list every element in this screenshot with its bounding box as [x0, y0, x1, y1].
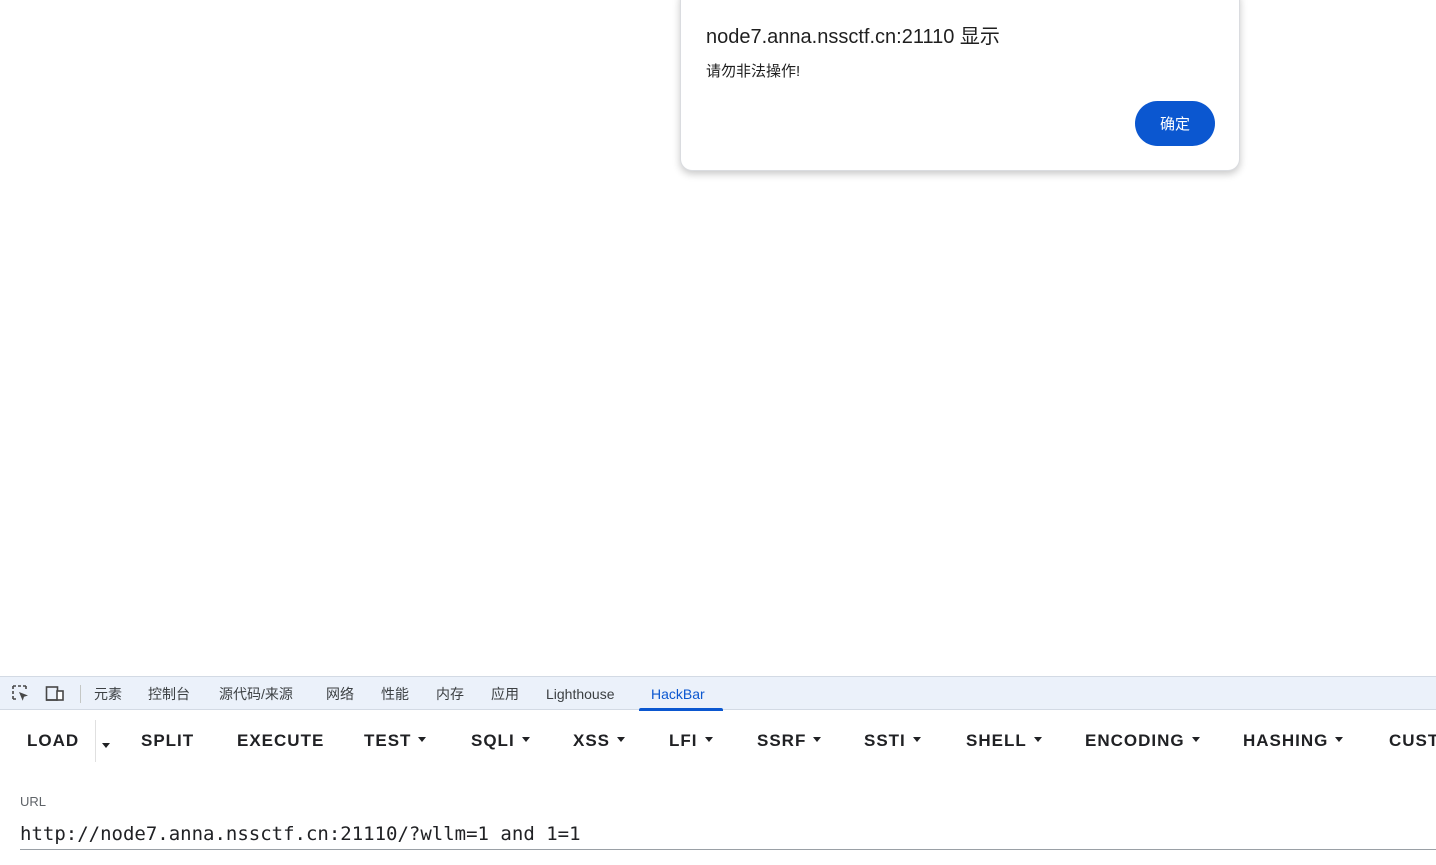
tab-elements[interactable]: 元素 [94, 677, 122, 711]
browser-page: node7.anna.nssctf.cn:21110 显示 请勿非法操作! 确定… [0, 0, 1436, 865]
load-button[interactable]: LOAD [27, 728, 79, 754]
execute-button-label: EXECUTE [237, 731, 325, 750]
alert-dialog: node7.anna.nssctf.cn:21110 显示 请勿非法操作! 确定 [680, 0, 1240, 171]
ssti-menu-button[interactable]: SSTI [864, 728, 921, 754]
ssti-menu-label: SSTI [864, 731, 906, 750]
hashing-menu-label: HASHING [1243, 731, 1329, 750]
ssrf-menu-button[interactable]: SSRF [757, 728, 822, 754]
tab-memory[interactable]: 内存 [436, 677, 464, 711]
active-tab-indicator [639, 708, 723, 711]
tab-lighthouse[interactable]: Lighthouse [546, 677, 615, 711]
caret-down-icon [617, 737, 626, 743]
tab-network[interactable]: 网络 [326, 677, 354, 711]
test-menu-label: TEST [364, 731, 412, 750]
hashing-menu-button[interactable]: HASHING [1243, 728, 1344, 754]
custom-menu-button[interactable]: CUST [1389, 728, 1436, 754]
caret-down-icon [521, 737, 530, 743]
element-picker-icon[interactable] [11, 684, 31, 704]
alert-title: node7.anna.nssctf.cn:21110 显示 [706, 26, 1000, 48]
test-menu-button[interactable]: TEST [364, 728, 427, 754]
tab-performance[interactable]: 性能 [381, 677, 409, 711]
caret-down-icon [813, 737, 822, 743]
caret-down-icon [418, 737, 427, 743]
custom-menu-label: CUST [1389, 731, 1436, 750]
alert-ok-button[interactable]: 确定 [1135, 101, 1215, 146]
encoding-menu-label: ENCODING [1085, 731, 1185, 750]
load-split-divider [95, 720, 96, 762]
tab-application[interactable]: 应用 [491, 677, 519, 711]
caret-down-icon [912, 737, 921, 743]
shell-menu-label: SHELL [966, 731, 1027, 750]
load-dropdown-button[interactable] [102, 737, 110, 755]
sqli-menu-label: SQLI [471, 731, 515, 750]
caret-down-icon [102, 743, 110, 749]
ssrf-menu-label: SSRF [757, 731, 807, 750]
shell-menu-button[interactable]: SHELL [966, 728, 1042, 754]
devtools-tabbar: 元素 控制台 源代码/来源 网络 性能 内存 应用 Lighthouse Hac… [0, 676, 1436, 711]
tab-console[interactable]: 控制台 [148, 677, 190, 711]
encoding-menu-button[interactable]: ENCODING [1085, 728, 1200, 754]
tab-sources[interactable]: 源代码/来源 [219, 677, 293, 711]
caret-down-icon [1335, 737, 1344, 743]
lfi-menu-label: LFI [669, 731, 698, 750]
caret-down-icon [704, 737, 713, 743]
load-button-label: LOAD [27, 731, 80, 750]
device-toolbar-icon[interactable] [45, 684, 65, 704]
tab-divider [80, 685, 81, 703]
split-button-label: SPLIT [141, 731, 195, 750]
alert-message: 请勿非法操作! [706, 63, 801, 80]
devtools-panel: 元素 控制台 源代码/来源 网络 性能 内存 应用 Lighthouse Hac… [0, 676, 1436, 865]
tab-hackbar[interactable]: HackBar [651, 677, 705, 711]
url-input[interactable] [20, 818, 1436, 850]
url-label: URL [20, 794, 47, 809]
lfi-menu-button[interactable]: LFI [669, 728, 713, 754]
caret-down-icon [1033, 737, 1042, 743]
caret-down-icon [1191, 737, 1200, 743]
sqli-menu-button[interactable]: SQLI [471, 728, 530, 754]
xss-menu-button[interactable]: XSS [573, 728, 626, 754]
xss-menu-label: XSS [573, 731, 611, 750]
execute-button[interactable]: EXECUTE [237, 728, 324, 754]
split-button[interactable]: SPLIT [141, 728, 194, 754]
